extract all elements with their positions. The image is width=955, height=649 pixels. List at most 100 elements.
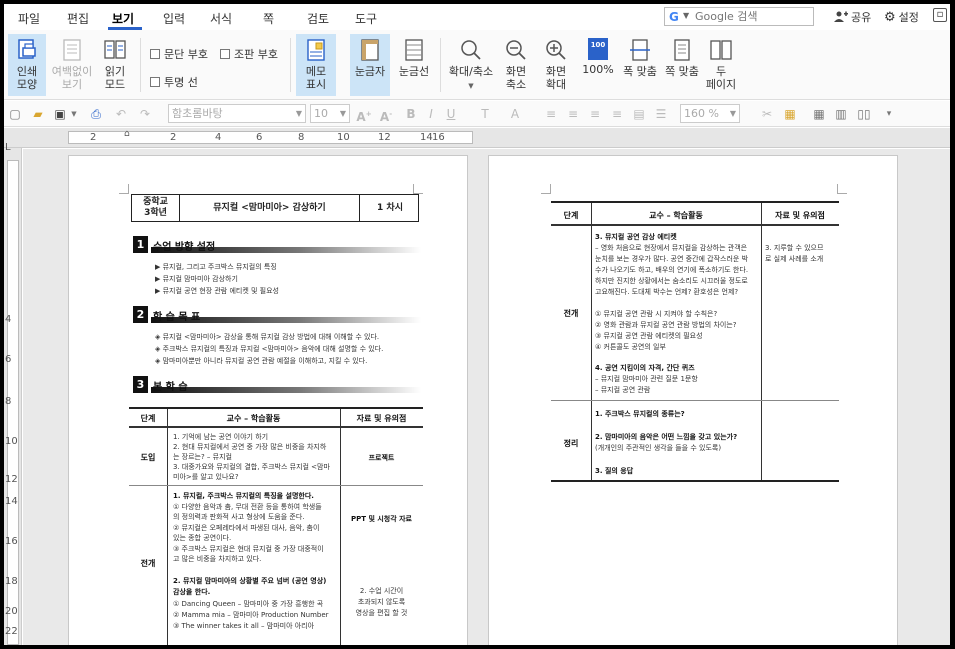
menu-edit[interactable]: 편집	[67, 10, 89, 27]
ruler-tick-label: 14	[420, 132, 433, 143]
font-select[interactable]: 함초롬바탕 ▼	[168, 104, 306, 123]
memo-display-button[interactable]: 메모 표시	[296, 34, 336, 96]
align-center-icon[interactable]: ≡	[588, 105, 602, 123]
zoom-100-button[interactable]: 100 100%	[582, 34, 614, 96]
list-item: ◈ 뮤지컬 <맘마미아> 감상을 통해 뮤지컬 감상 방법에 대해 이해할 수 …	[155, 333, 380, 341]
zoom-button[interactable]: 확대/축소 ▼	[446, 34, 496, 96]
google-search-box[interactable]: G ▼	[664, 7, 814, 26]
search-input[interactable]	[695, 9, 807, 24]
checkbox-icon	[150, 49, 160, 59]
align-justify-icon[interactable]: ≡	[544, 105, 558, 123]
no-margin-label: 여백없이 보기	[51, 65, 93, 91]
transparent-line-checkbox[interactable]: 투명 선	[150, 74, 198, 90]
ruler-tick-label: 10	[5, 436, 18, 447]
undo-icon[interactable]: ↶	[114, 105, 128, 123]
format-mark-checkbox[interactable]: 조판 부호	[220, 46, 278, 62]
section-heading-1: 1 수업 방향 설정	[133, 236, 423, 254]
table-cell-line: 3. 질의 응답	[595, 467, 634, 475]
align-left-icon[interactable]: ≡	[566, 105, 580, 123]
bold-icon[interactable]: B	[404, 105, 418, 123]
columns-icon[interactable]: ▥	[834, 105, 848, 123]
zoom-in-label: 화면 확대	[545, 65, 567, 91]
para-mark-checkbox[interactable]: 문단 부호	[150, 46, 208, 62]
print-layout-label: 인쇄 모양	[16, 65, 38, 91]
font-grow-icon[interactable]: A+	[356, 105, 372, 124]
document-area[interactable]: 중학교 3학년 뮤지컬 <맘마미아> 감상하기 1 차시 1 수업 방향 설정 …	[23, 149, 950, 645]
grade-cell: 중학교 3학년	[132, 195, 180, 221]
font-size-select[interactable]: 10 ▼	[310, 104, 350, 123]
list-item: ▶ 뮤지컬 맘마미아 감상하기	[155, 275, 238, 283]
memo-icon	[307, 39, 325, 61]
align-distribute-icon[interactable]: ▤	[632, 105, 646, 123]
strike-icon[interactable]: T	[478, 105, 492, 123]
zoom-in-button[interactable]: 화면 확대	[542, 34, 570, 96]
italic-icon[interactable]: I	[424, 105, 438, 123]
indent-marker-icon[interactable]: ⌂	[124, 129, 130, 139]
ruler-toggle-button[interactable]: 눈금자	[350, 34, 390, 96]
settings-label: 설정	[898, 11, 919, 24]
ruler-tick-label: 16	[432, 132, 445, 143]
gridline-button[interactable]: 눈금선	[394, 34, 434, 96]
table-cell-line: 1. 기억에 남는 공연 이야기 하기	[173, 433, 269, 441]
vertical-ruler[interactable]: L 4 6 8 10 12 14 16 18 20 22	[4, 142, 22, 645]
overflow-icon[interactable]: ▾	[884, 105, 894, 123]
table-cell-line: ④ 커튼콜도 공연의 일부	[595, 343, 666, 351]
table-cell-line: 고요해진다. 도대체 박수는 언제? 환호성은 언제?	[595, 288, 739, 296]
fit-page-button[interactable]: 쪽 맞춤	[662, 34, 702, 96]
dev-note-line: 영상을 편집 할 것	[355, 609, 408, 617]
stage-intro: 도입	[140, 453, 156, 462]
two-page-button[interactable]: 두 페이지	[704, 34, 738, 96]
line-spacing-icon[interactable]: ☰	[654, 105, 668, 123]
new-doc-icon[interactable]: ▢	[8, 105, 22, 123]
ruler-tick-label: 6	[5, 354, 12, 365]
fit-width-button[interactable]: 폭 맞춤	[620, 34, 660, 96]
table-icon[interactable]: ▦	[812, 105, 826, 123]
table-cell-line: 미아>를 알고 있나요?	[173, 473, 239, 481]
read-mode-button[interactable]: 읽기 모드	[97, 34, 133, 96]
restore-window-button[interactable]: ▫	[933, 8, 947, 22]
open-folder-icon[interactable]: ▰	[30, 105, 46, 123]
ruler-tick-label: 22	[5, 626, 18, 637]
menu-insert[interactable]: 입력	[163, 10, 185, 27]
section-title: 학 습 목 표	[153, 312, 201, 323]
menu-tools[interactable]: 도구	[355, 10, 377, 27]
paste-icon[interactable]: ▦	[782, 105, 798, 123]
menu-format[interactable]: 서식	[210, 10, 232, 27]
list-item: ◈ 주크박스 뮤지컬의 특징과 뮤지컬 <맘마미아> 음악에 대해 설명할 수 …	[155, 345, 384, 353]
zoom-out-icon	[506, 40, 526, 60]
settings-button[interactable]: ⚙ 설정	[884, 9, 919, 25]
print-layout-button[interactable]: 인쇄 모양	[8, 34, 46, 96]
table-header-activity: 교수 – 학습활동	[226, 414, 281, 423]
stage-wrapup: 정리	[563, 439, 579, 448]
underline-icon[interactable]: U	[444, 105, 458, 123]
menu-page[interactable]: 쪽	[263, 10, 274, 27]
redo-icon[interactable]: ↷	[138, 105, 152, 123]
table-header-activity: 교수 – 학습활동	[649, 211, 703, 220]
zoom-out-button[interactable]: 화면 축소	[502, 34, 530, 96]
book-view-icon[interactable]: ▯▯	[856, 105, 872, 123]
zoom-select[interactable]: 160 % ▼	[680, 104, 740, 123]
document-page-2[interactable]: 단계 교수 – 학습활동 자료 및 유의점 전개 3. 뮤지컬 공연 감상 에티…	[488, 155, 898, 645]
horizontal-ruler[interactable]: 2 2 4 6 8 10 12 14 16 ⌂	[4, 128, 950, 148]
print-icon[interactable]: ⎙	[88, 105, 104, 123]
document-page-1[interactable]: 중학교 3학년 뮤지컬 <맘마미아> 감상하기 1 차시 1 수업 방향 설정 …	[68, 155, 468, 645]
fit-page-icon	[674, 39, 690, 61]
section-heading-2: 2 학 습 목 표	[133, 306, 423, 324]
align-right-icon[interactable]: ≡	[610, 105, 624, 123]
table-cell-line: 는 장르는? – 뮤지컬	[173, 453, 232, 461]
table-header-stage: 단계	[563, 211, 579, 220]
save-icon[interactable]: ▣	[52, 105, 68, 123]
chevron-down-icon[interactable]: ▼	[683, 11, 689, 20]
menu-file[interactable]: 파일	[18, 10, 40, 27]
menu-view[interactable]: 보기	[112, 10, 134, 27]
no-margin-button[interactable]: 여백없이 보기	[50, 34, 94, 96]
scissors-icon[interactable]: ✂	[760, 105, 774, 123]
share-button[interactable]: 공유	[834, 9, 871, 25]
font-shrink-icon[interactable]: A-	[378, 105, 394, 124]
table-header-notes: 자료 및 유의점	[356, 414, 407, 423]
ribbon: 인쇄 모양 여백없이 보기 읽기 모드 문단 부호 조판 부호 투명 선 메모 …	[4, 30, 950, 100]
ribbon-separator	[140, 38, 141, 92]
chevron-down-icon[interactable]: ▼	[70, 105, 78, 123]
font-color-icon[interactable]: A	[508, 105, 522, 123]
menu-review[interactable]: 검토	[307, 10, 329, 27]
